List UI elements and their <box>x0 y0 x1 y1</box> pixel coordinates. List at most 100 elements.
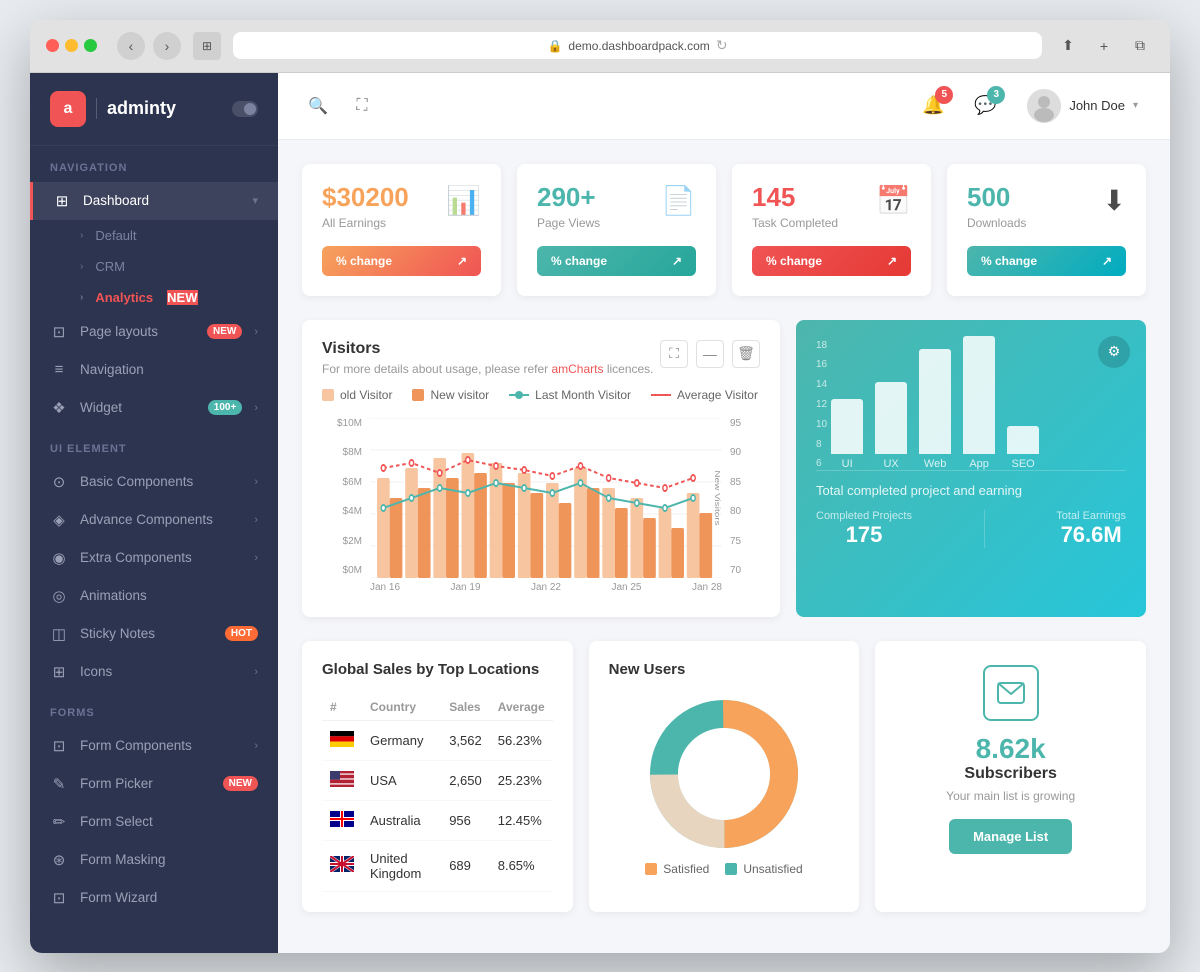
legend-satisfied: Satisfied <box>645 862 709 876</box>
earnings-change-btn[interactable]: % change ↗ <box>322 246 481 276</box>
green-card-info: Total completed project and earning Comp… <box>816 470 1126 548</box>
sidebar-item-sticky-notes[interactable]: ◫ Sticky Notes HOT <box>30 615 278 653</box>
widget-icon: ❖ <box>50 399 68 417</box>
table-row: Germany 3,562 56.23% <box>322 720 553 760</box>
icons-icon: ⊞ <box>50 663 68 681</box>
col-num: # <box>322 694 362 721</box>
url-text: demo.dashboardpack.com <box>568 39 709 53</box>
chart-minimize-btn[interactable]: — <box>696 340 724 368</box>
green-card-title: Total completed project and earning <box>816 483 1126 498</box>
green-card-settings-btn[interactable]: ⚙ <box>1098 336 1130 368</box>
sidebar-sub-default[interactable]: › Default <box>30 220 278 251</box>
share-button[interactable]: ⬆ <box>1054 32 1082 60</box>
sidebar-sub-analytics[interactable]: › Analytics NEW <box>30 282 278 313</box>
sidebar-item-advance-components[interactable]: ◈ Advance Components › <box>30 501 278 539</box>
bell-badge: 5 <box>935 86 953 104</box>
sidebar-item-dashboard[interactable]: ⊞ Dashboard ▾ <box>30 182 278 220</box>
section-forms-title: Forms <box>30 691 278 727</box>
sidebar-item-basic-components[interactable]: ⊙ Basic Components › <box>30 463 278 501</box>
sidebar-item-form-masking[interactable]: ⊛ Form Masking <box>30 841 278 879</box>
subscribers-label: Subscribers <box>964 765 1056 783</box>
legend-average-visitor: Average Visitor <box>651 388 758 402</box>
subscribers-card: 8.62k Subscribers Your main list is grow… <box>875 641 1146 912</box>
form-picker-badge: NEW <box>223 776 258 791</box>
topbar: 🔍 ⛶ 🔔 5 💬 3 <box>278 73 1170 140</box>
pageviews-value: 290+ <box>537 184 600 210</box>
section-navigation-title: Navigation <box>30 146 278 182</box>
dashboard-content: $30200 All Earnings 📊 % change ↗ <box>278 140 1170 953</box>
new-tab-button[interactable]: + <box>1090 32 1118 60</box>
table-row: United Kingdom 689 8.65% <box>322 840 553 891</box>
sidebar-item-extra-components[interactable]: ◉ Extra Components › <box>30 539 278 577</box>
sidebar-item-widget[interactable]: ❖ Widget 100+ › <box>30 389 278 427</box>
sticky-notes-badge: HOT <box>225 626 258 641</box>
sales-table: # Country Sales Average <box>322 694 553 892</box>
green-card-stats: Completed Projects 175 Total Earnings 76… <box>816 510 1126 548</box>
advance-components-icon: ◈ <box>50 511 68 529</box>
sidebar-item-page-layouts[interactable]: ⊡ Page layouts NEW › <box>30 313 278 351</box>
chart-close-btn[interactable]: 🗑 <box>732 340 760 368</box>
downloads-change-btn[interactable]: % change ↗ <box>967 246 1126 276</box>
sidebar-item-navigation[interactable]: ≡ Navigation <box>30 351 278 389</box>
sidebar-item-form-wizard[interactable]: ⊡ Form Wizard <box>30 879 278 917</box>
sidebar-item-form-components[interactable]: ⊡ Form Components › <box>30 727 278 765</box>
form-wizard-icon: ⊡ <box>50 889 68 907</box>
chart-svg-container: Visitors New Visitors <box>370 418 722 578</box>
expand-button[interactable]: ⛶ <box>346 90 378 122</box>
sales-table-title: Global Sales by Top Locations <box>322 661 553 678</box>
forward-button[interactable]: › <box>153 32 181 60</box>
green-stats-card: ⚙ 18 16 14 12 10 8 <box>796 320 1146 617</box>
new-window-button[interactable]: ⧉ <box>1126 32 1154 60</box>
tasks-change-btn[interactable]: % change ↗ <box>752 246 911 276</box>
col-average: Average <box>490 694 553 721</box>
bottom-row: Global Sales by Top Locations # Country … <box>302 641 1146 912</box>
manage-list-button[interactable]: Manage List <box>949 819 1072 854</box>
x-axis: Jan 16 Jan 19 Jan 22 Jan 25 Jan 28 <box>370 578 722 597</box>
earnings-label: All Earnings <box>322 216 409 230</box>
user-profile[interactable]: John Doe ▾ <box>1019 85 1146 127</box>
completed-projects-stat: Completed Projects 175 <box>816 510 912 548</box>
total-earnings-value: 76.6M <box>1056 522 1126 548</box>
bar-web: Web <box>919 349 951 470</box>
logo-toggle[interactable] <box>232 101 258 117</box>
sidebar-item-label: Dashboard <box>83 193 240 208</box>
subscribers-sub: Your main list is growing <box>946 789 1075 803</box>
sidebar-toggle-button[interactable]: ⊞ <box>193 32 221 60</box>
donut-chart <box>609 694 840 854</box>
sidebar-item-form-picker[interactable]: ✎ Form Picker NEW <box>30 765 278 803</box>
extra-components-icon: ◉ <box>50 549 68 567</box>
y-axis-left: $10M $8M $6M $4M $2M $0M <box>322 418 362 597</box>
sidebar-item-animations[interactable]: ◎ Animations <box>30 577 278 615</box>
address-bar[interactable]: 🔒 demo.dashboardpack.com ↻ <box>233 32 1042 59</box>
chart-subtitle: For more details about usage, please ref… <box>322 362 654 376</box>
earnings-value: $30200 <box>322 184 409 210</box>
sidebar-item-icons[interactable]: ⊞ Icons › <box>30 653 278 691</box>
bar-seo: SEO <box>1007 426 1039 470</box>
page-layouts-badge: NEW <box>207 324 242 339</box>
sidebar-sub-crm[interactable]: › CRM <box>30 251 278 282</box>
user-avatar <box>1027 89 1061 123</box>
notifications-chat-button[interactable]: 💬 3 <box>967 88 1003 124</box>
user-dropdown-arrow: ▾ <box>1133 100 1138 111</box>
form-picker-icon: ✎ <box>50 775 68 793</box>
pageviews-change-btn[interactable]: % change ↗ <box>537 246 696 276</box>
col-country: Country <box>362 694 441 721</box>
stat-card-downloads: 500 Downloads ⬇ % change ↗ <box>947 164 1146 296</box>
sidebar-item-form-select[interactable]: ✏ Form Select <box>30 803 278 841</box>
amcharts-link[interactable]: amCharts <box>551 362 603 376</box>
green-card-y-labels: 18 16 14 12 10 8 6 <box>816 340 1126 470</box>
notifications-bell-button[interactable]: 🔔 5 <box>915 88 951 124</box>
tasks-icon: 📅 <box>876 184 911 217</box>
downloads-icon: ⬇ <box>1103 184 1126 217</box>
tasks-label: Task Completed <box>752 216 838 230</box>
widget-badge: 100+ <box>208 400 243 415</box>
back-button[interactable]: ‹ <box>117 32 145 60</box>
chart-title: Visitors <box>322 340 654 358</box>
topbar-right: 🔔 5 💬 3 <box>915 85 1146 127</box>
completed-projects-value: 175 <box>816 522 912 548</box>
search-button[interactable]: 🔍 <box>302 90 334 122</box>
col-sales: Sales <box>441 694 490 721</box>
chart-expand-btn[interactable]: ⛶ <box>660 340 688 368</box>
form-select-icon: ✏ <box>50 813 68 831</box>
main-content: 🔍 ⛶ 🔔 5 💬 3 <box>278 73 1170 953</box>
